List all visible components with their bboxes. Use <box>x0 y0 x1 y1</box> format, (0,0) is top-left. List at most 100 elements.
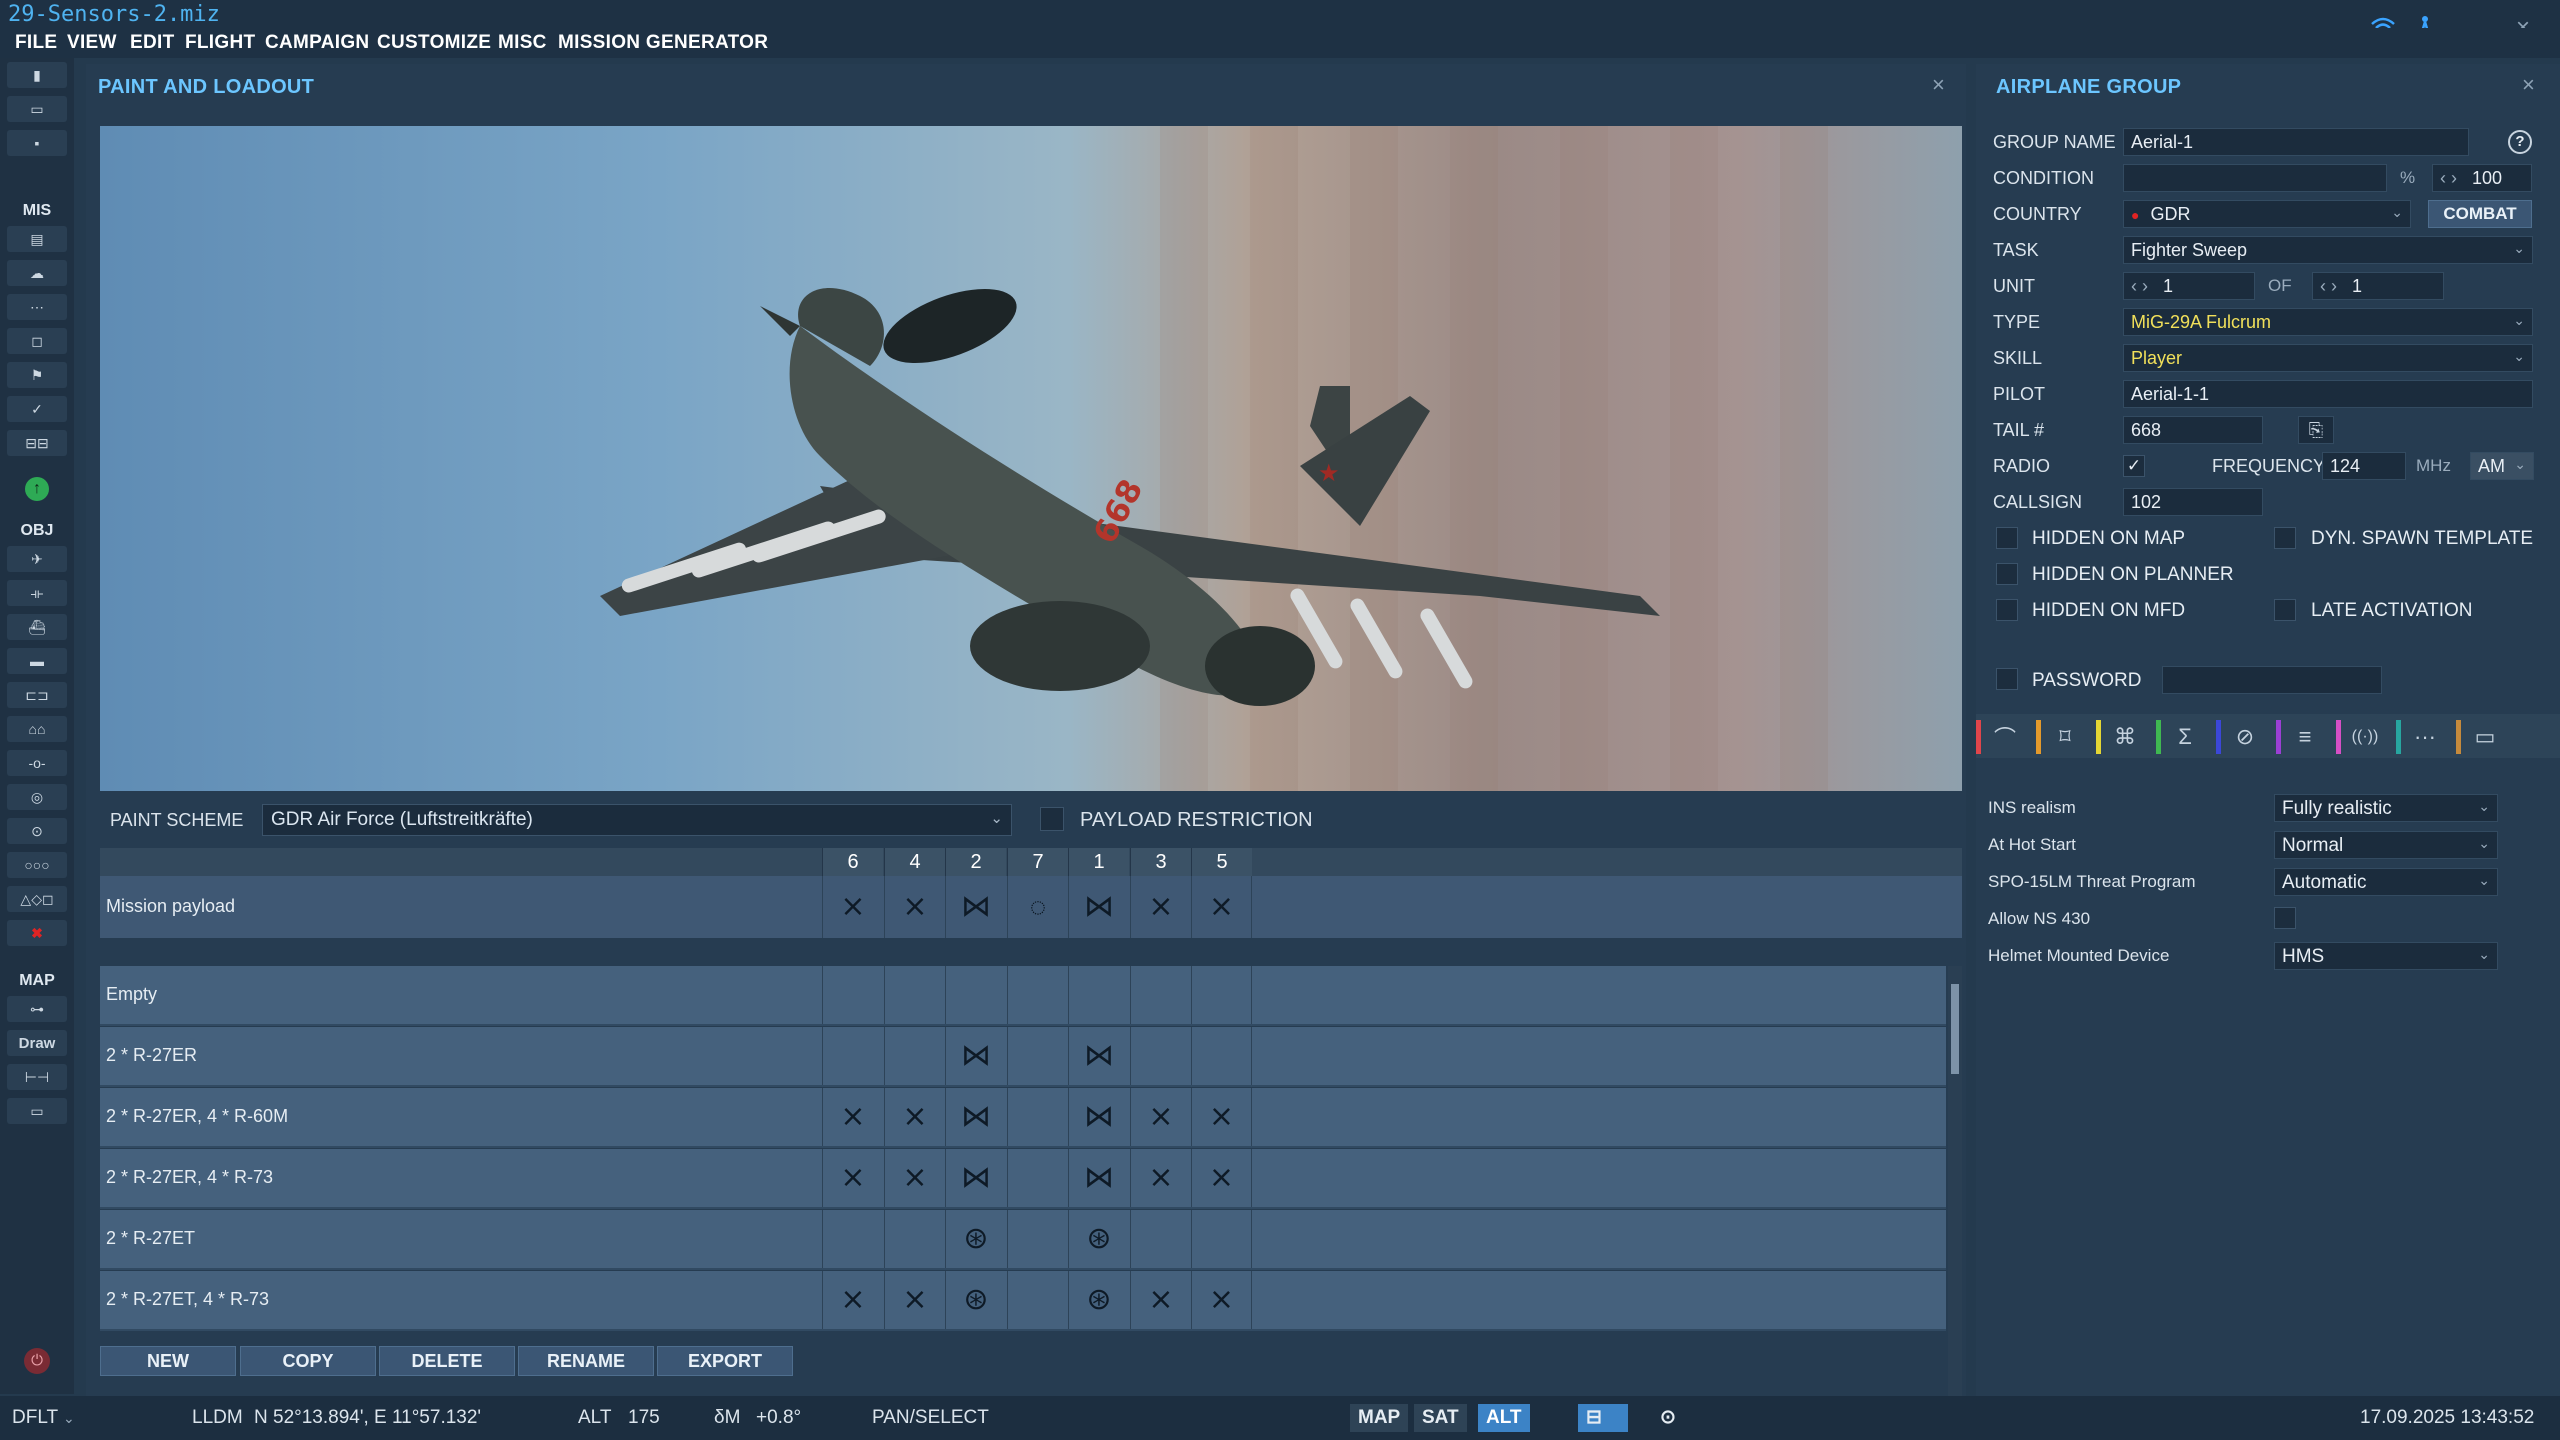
tab-datalink[interactable]: ▭ <box>2456 720 2514 754</box>
tab-radio[interactable]: ((·)) <box>2336 720 2394 754</box>
unit-total-stepper[interactable]: ‹ › 1 <box>2312 272 2444 300</box>
new-button[interactable]: NEW <box>100 1346 236 1376</box>
list-item[interactable]: 2 * R-27ET ⊛ ⊛ <box>100 1210 1946 1270</box>
target-icon[interactable]: ◎ <box>7 784 67 810</box>
clock-settings-icon[interactable]: ⊙ <box>1652 1404 1684 1432</box>
list-item[interactable]: 2 * R-27ER ⋈ ⋈ <box>100 1027 1946 1087</box>
combat-button[interactable]: COMBAT <box>2428 200 2532 228</box>
map-layer-icon[interactable]: ⊟ <box>1578 1404 1628 1432</box>
rename-button[interactable]: RENAME <box>518 1346 654 1376</box>
flag-icon[interactable]: ⚑ <box>7 362 67 388</box>
ruler-icon[interactable]: ⊢⊣ <box>7 1064 67 1090</box>
ship-icon[interactable]: ⛴ <box>7 614 67 640</box>
key-icon[interactable]: ⊶ <box>7 996 67 1022</box>
coord-mode[interactable]: LLDM <box>192 1407 243 1429</box>
condition-input[interactable] <box>2123 164 2387 192</box>
waypoint-icon[interactable]: -o- <box>7 750 67 776</box>
menu-flight[interactable]: FLIGHT <box>185 32 255 54</box>
late-activation-checkbox[interactable] <box>2274 599 2296 621</box>
radio-checkbox[interactable]: ✓ <box>2123 455 2145 477</box>
list-item[interactable]: 2 * R-27ER, 4 * R-73 ⨯ ⨯ ⋈ ⋈ ⨯ ⨯ <box>100 1149 1946 1209</box>
condition-stepper[interactable]: ‹ › 100 <box>2432 164 2532 192</box>
check-icon[interactable]: ✓ <box>7 396 67 422</box>
hidden-on-mfd-checkbox[interactable] <box>1996 599 2018 621</box>
copy-button[interactable]: COPY <box>240 1346 376 1376</box>
tab-summary[interactable]: Σ <box>2156 720 2214 754</box>
shapes-icon[interactable]: △◇◻ <box>7 886 67 912</box>
circle-zone-icon[interactable]: ⊙ <box>7 818 67 844</box>
green-up-icon[interactable]: ↑ <box>7 476 67 502</box>
help-icon[interactable]: ? <box>2508 130 2532 154</box>
tab-properties[interactable]: ≡ <box>2276 720 2334 754</box>
country-select[interactable]: ● GDR ⌄ <box>2123 200 2411 228</box>
sat-button[interactable]: SAT <box>1414 1404 1467 1432</box>
menu-customize[interactable]: CUSTOMIZE <box>377 32 491 54</box>
payload-pylon-7[interactable]: ◌ <box>1007 876 1068 938</box>
scrollbar-thumb[interactable] <box>1951 984 1959 1074</box>
profile-select[interactable]: DFLT ⌄ <box>12 1407 75 1429</box>
password-checkbox[interactable] <box>1996 668 2018 690</box>
list-item[interactable]: Empty <box>100 966 1946 1026</box>
tab-paint[interactable]: ⌘ <box>2096 720 2154 754</box>
menu-misc[interactable]: MISC <box>498 32 547 54</box>
stepper-arrows-icon[interactable]: ‹ › <box>2320 276 2337 296</box>
password-input[interactable] <box>2162 666 2382 694</box>
unit-stepper[interactable]: ‹ › 1 <box>2123 272 2255 300</box>
payload-pylon-1[interactable]: ⋈ <box>1068 876 1129 938</box>
payload-restriction-checkbox[interactable] <box>1040 807 1064 831</box>
group-icon[interactable]: ○○○ <box>7 852 67 878</box>
loadout-scrollbar[interactable] <box>1948 966 1962 1398</box>
new-file-icon[interactable]: ▮ <box>7 62 67 88</box>
helicopter-icon[interactable]: ⟛ <box>7 580 67 606</box>
payload-pylon-2[interactable]: ⋈ <box>945 876 1006 938</box>
tail-input[interactable]: 668 <box>2123 416 2263 444</box>
alt-button[interactable]: ALT <box>1478 1404 1530 1432</box>
type-select[interactable]: MiG-29A Fulcrum ⌄ <box>2123 308 2533 336</box>
briefing-icon[interactable]: ▤ <box>7 226 67 252</box>
payload-pylon-5[interactable]: ⨯ <box>1191 876 1252 938</box>
zone-icon[interactable]: ◻ <box>7 328 67 354</box>
menu-campaign[interactable]: CAMPAIGN <box>265 32 369 54</box>
menu-file[interactable]: FILE <box>15 32 57 54</box>
ins-realism-select[interactable]: Fully realistic ⌄ <box>2274 794 2498 822</box>
callsign-input[interactable]: 102 <box>2123 488 2263 516</box>
payload-pylon-3[interactable]: ⨯ <box>1130 876 1191 938</box>
modulation-select[interactable]: AM ⌄ <box>2470 452 2534 480</box>
delete-icon[interactable]: ✖ <box>7 920 67 946</box>
stepper-arrows-icon[interactable]: ‹ › <box>2440 168 2457 188</box>
allow-ns430-checkbox[interactable] <box>2274 907 2296 929</box>
hidden-on-planner-checkbox[interactable] <box>1996 563 2018 585</box>
list-item[interactable]: 2 * R-27ER, 4 * R-60M ⨯ ⨯ ⋈ ⋈ ⨯ ⨯ <box>100 1088 1946 1148</box>
pilot-input[interactable]: Aerial-1-1 <box>2123 380 2533 408</box>
save-icon[interactable]: ▪ <box>7 130 67 156</box>
hot-start-select[interactable]: Normal ⌄ <box>2274 831 2498 859</box>
triggers-icon[interactable]: ⊟⊟ <box>7 430 67 456</box>
list-item[interactable]: 2 * R-27ET, 4 * R-73 ⨯ ⨯ ⊛ ⊛ ⨯ ⨯ <box>100 1271 1946 1331</box>
route-icon[interactable]: ⋯ <box>7 294 67 320</box>
menu-view[interactable]: VIEW <box>67 32 117 54</box>
vehicle-icon[interactable]: ▬ <box>7 648 67 674</box>
group-name-input[interactable]: Aerial-1 <box>2123 128 2469 156</box>
task-select[interactable]: Fighter Sweep ⌄ <box>2123 236 2533 264</box>
tab-payload[interactable]: ⌑ <box>2036 720 2094 754</box>
static-icon[interactable]: ⊏⊐ <box>7 682 67 708</box>
export-button[interactable]: EXPORT <box>657 1346 793 1376</box>
open-folder-icon[interactable]: ▭ <box>7 96 67 122</box>
spo-threat-select[interactable]: Automatic ⌄ <box>2274 868 2498 896</box>
payload-pylon-6[interactable]: ⨯ <box>822 876 883 938</box>
draw-button[interactable]: Draw <box>7 1030 67 1056</box>
map-button[interactable]: MAP <box>1350 1404 1409 1432</box>
tab-more[interactable]: ··· <box>2396 720 2454 754</box>
paint-scheme-select[interactable]: GDR Air Force (Luftstreitkräfte) ⌄ <box>262 804 1012 836</box>
copy-tail-icon[interactable]: ⎘ <box>2298 416 2334 444</box>
menu-edit[interactable]: EDIT <box>130 32 174 54</box>
hidden-on-map-checkbox[interactable] <box>1996 527 2018 549</box>
tab-route[interactable]: ⌒ <box>1976 720 2034 754</box>
helmet-device-select[interactable]: HMS ⌄ <box>2274 942 2498 970</box>
delete-button[interactable]: DELETE <box>379 1346 515 1376</box>
tab-failures[interactable]: ⊘ <box>2216 720 2274 754</box>
skill-select[interactable]: Player ⌄ <box>2123 344 2533 372</box>
weather-icon[interactable]: ☁ <box>7 260 67 286</box>
layers-icon[interactable]: ▭ <box>7 1098 67 1124</box>
stepper-arrows-icon[interactable]: ‹ › <box>2131 276 2148 296</box>
